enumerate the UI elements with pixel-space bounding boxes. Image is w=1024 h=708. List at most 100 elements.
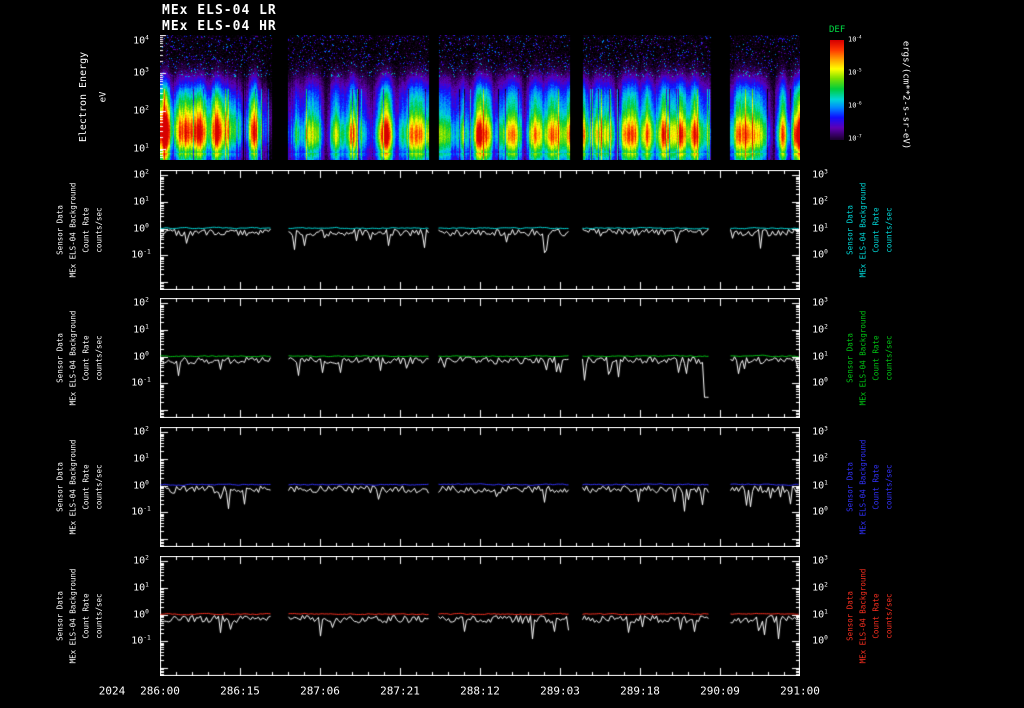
colorbar	[830, 40, 844, 140]
panel-y-axis-title: Count Rate	[81, 207, 91, 253]
panel-y-tick-label: 100	[133, 349, 149, 363]
panel-right-axis-title: MEx ELS-04 Background	[858, 568, 868, 664]
panel-right-y-tick-label: 103	[812, 425, 828, 438]
x-tick-label: 291:00	[780, 684, 820, 698]
panel-y-tick-label: 100	[133, 221, 149, 235]
panel-y-tick-label: 100	[133, 478, 149, 492]
colorbar-tick-label: 10-6	[848, 101, 862, 110]
spectrogram-y-tick-label: 103	[133, 66, 149, 79]
panel-y-axis-title: MEx ELS-04 Background	[68, 568, 78, 664]
count-rate-canvas-4	[160, 556, 800, 676]
panel-y-axis-title: MEx ELS-04 Background	[68, 182, 78, 278]
count-rate-panel-4	[160, 556, 800, 676]
panel-right-y-tick-label: 102	[812, 452, 828, 465]
spectrogram-panel	[160, 35, 800, 160]
panel-right-axis-title: counts/sec	[884, 335, 894, 381]
panel-right-axis-title: MEx ELS-04 Background	[858, 310, 868, 406]
panel-y-axis-title: Count Rate	[81, 593, 91, 639]
spectrogram-y-axis-title: Electron Energy	[78, 51, 89, 143]
panel-y-tick-label: 10-1	[131, 634, 151, 647]
colorbar-title: DEF	[829, 25, 846, 35]
els-plot-viewer: MEx ELS-04 LR MEx ELS-04 HR Electron Ene…	[0, 0, 1024, 708]
panel-y-axis-title: Sensor Data	[55, 205, 65, 255]
panel-right-axis-title: Sensor Data	[845, 591, 855, 641]
panel-y-axis-title: Sensor Data	[55, 462, 65, 512]
panel-y-tick-label: 101	[133, 195, 149, 208]
x-tick-label: 287:21	[380, 684, 420, 698]
panel-right-axis-title: MEx ELS-04 Background	[858, 182, 868, 278]
x-tick-label: 290:09	[700, 684, 740, 698]
panel-y-axis-title: counts/sec	[94, 335, 104, 381]
x-tick-label: 286:00	[140, 684, 180, 698]
year-label: 2024	[98, 684, 126, 698]
panel-right-axis-title: Sensor Data	[845, 462, 855, 512]
panel-right-y-tick-label: 101	[812, 221, 828, 235]
x-tick-label: 289:03	[540, 684, 580, 698]
panel-y-tick-label: 102	[133, 554, 149, 567]
x-tick-label: 288:12	[460, 684, 500, 698]
panel-right-y-tick-label: 102	[812, 195, 828, 208]
panel-y-axis-title: counts/sec	[94, 593, 104, 639]
spectrogram-y-tick-label: 102	[133, 104, 149, 117]
colorbar-tick-label: 10-5	[848, 68, 862, 77]
panel-right-axis-title: counts/sec	[884, 593, 894, 639]
panel-y-axis-title: counts/sec	[94, 464, 104, 510]
panel-right-axis-title: Sensor Data	[845, 205, 855, 255]
colorbar-units-label: ergs/(cm**2-s-sr-eV)	[900, 40, 911, 150]
panel-y-axis-title: MEx ELS-04 Background	[68, 439, 78, 535]
count-rate-panel-1	[160, 170, 800, 290]
panel-y-tick-label: 10-1	[131, 248, 151, 261]
panel-right-axis-title: Count Rate	[871, 593, 881, 639]
plot-title-hr: MEx ELS-04 HR	[162, 19, 277, 34]
panel-right-axis-title: Count Rate	[871, 207, 881, 253]
spectrogram-y-axis-units: eV	[98, 91, 109, 103]
plot-titles: MEx ELS-04 LR MEx ELS-04 HR	[162, 3, 277, 35]
panel-y-tick-label: 10-1	[131, 376, 151, 389]
panel-right-axis-title: counts/sec	[884, 464, 894, 510]
panel-right-axis-title: MEx ELS-04 Background	[858, 439, 868, 535]
panel-y-tick-label: 101	[133, 452, 149, 465]
panel-right-y-tick-label: 100	[812, 634, 828, 647]
panel-right-y-tick-label: 103	[812, 296, 828, 309]
count-rate-canvas-2	[160, 298, 800, 418]
panel-right-y-tick-label: 103	[812, 554, 828, 567]
panel-y-tick-label: 102	[133, 425, 149, 438]
panel-right-y-tick-label: 100	[812, 248, 828, 261]
count-rate-canvas-1	[160, 170, 800, 290]
panel-y-tick-label: 102	[133, 168, 149, 181]
spectrogram-y-tick-label: 104	[133, 34, 149, 47]
x-tick-label: 286:15	[220, 684, 260, 698]
panel-right-y-tick-label: 101	[812, 607, 828, 621]
panel-y-tick-label: 101	[133, 581, 149, 594]
panel-right-y-tick-label: 103	[812, 168, 828, 181]
panel-right-axis-title: counts/sec	[884, 207, 894, 253]
count-rate-canvas-3	[160, 427, 800, 547]
panel-y-axis-title: Count Rate	[81, 335, 91, 381]
x-tick-label: 287:06	[300, 684, 340, 698]
panel-y-axis-title: MEx ELS-04 Background	[68, 310, 78, 406]
panel-y-tick-label: 10-1	[131, 505, 151, 518]
panel-right-y-tick-label: 102	[812, 581, 828, 594]
panel-y-axis-title: Sensor Data	[55, 333, 65, 383]
panel-right-axis-title: Count Rate	[871, 335, 881, 381]
spectrogram-canvas	[160, 35, 800, 160]
panel-y-axis-title: Count Rate	[81, 464, 91, 510]
panel-right-axis-title: Count Rate	[871, 464, 881, 510]
spectrogram-y-tick-label: 101	[133, 141, 149, 155]
panel-y-tick-label: 100	[133, 607, 149, 621]
colorbar-canvas	[830, 40, 844, 140]
panel-right-y-tick-label: 102	[812, 323, 828, 336]
plot-title-lr: MEx ELS-04 LR	[162, 3, 277, 18]
panel-right-y-tick-label: 100	[812, 376, 828, 389]
x-tick-label: 289:18	[620, 684, 660, 698]
panel-y-tick-label: 102	[133, 296, 149, 309]
colorbar-tick-label: 10-7	[848, 134, 862, 143]
panel-y-axis-title: counts/sec	[94, 207, 104, 253]
count-rate-panel-2	[160, 298, 800, 418]
colorbar-tick-label: 10-4	[848, 35, 862, 44]
panel-right-y-tick-label: 100	[812, 505, 828, 518]
panel-right-y-tick-label: 101	[812, 349, 828, 363]
panel-y-tick-label: 101	[133, 323, 149, 336]
count-rate-panel-3	[160, 427, 800, 547]
panel-right-y-tick-label: 101	[812, 478, 828, 492]
